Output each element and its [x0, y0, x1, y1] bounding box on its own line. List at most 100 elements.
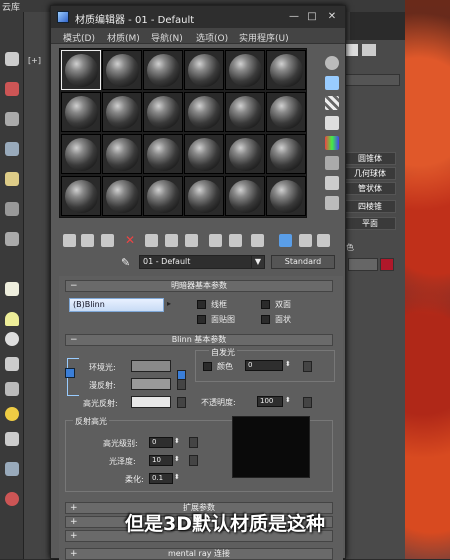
two-sided-checkbox[interactable]	[261, 300, 270, 309]
sample-slot[interactable]	[225, 134, 265, 174]
modify-icon[interactable]	[5, 82, 19, 96]
box-icon[interactable]	[5, 282, 19, 296]
material-name-field[interactable]: 01 - Default	[139, 255, 259, 269]
opacity-spinner[interactable]: 100	[257, 396, 283, 407]
create-tab-icon[interactable]	[344, 44, 358, 56]
specular-map-button[interactable]	[177, 397, 186, 408]
cylinder-icon[interactable]	[5, 357, 19, 371]
torus-icon[interactable]	[5, 432, 19, 446]
sample-slot[interactable]	[266, 50, 306, 90]
sample-slot[interactable]	[61, 134, 101, 174]
maximize-button[interactable]: □	[305, 11, 319, 23]
make-preview-icon[interactable]	[325, 156, 339, 170]
sample-type-icon[interactable]	[325, 56, 339, 70]
category-dropdown[interactable]	[344, 74, 400, 86]
tube-button[interactable]: 管状体	[344, 182, 396, 195]
modify-tab-icon[interactable]	[362, 44, 376, 56]
create-icon[interactable]	[5, 52, 19, 66]
faceted-checkbox[interactable]	[261, 315, 270, 324]
sample-slot[interactable]	[184, 92, 224, 132]
uv-tiling-icon[interactable]	[325, 116, 339, 130]
sample-slot[interactable]	[143, 134, 183, 174]
sample-slot[interactable]	[225, 92, 265, 132]
glossiness-map-button[interactable]	[189, 455, 198, 466]
menu-utilities[interactable]: 实用程序(U)	[239, 31, 289, 44]
options-icon[interactable]	[325, 176, 339, 190]
lock-ambient-diffuse-button[interactable]	[65, 368, 75, 378]
pyramid-button[interactable]: 四棱锥	[344, 200, 396, 213]
helper-icon[interactable]	[5, 232, 19, 246]
sample-slot[interactable]	[61, 50, 101, 90]
sample-slot[interactable]	[184, 50, 224, 90]
self-illum-color-checkbox[interactable]	[203, 362, 212, 371]
show-end-result-icon[interactable]	[251, 234, 264, 247]
light-icon[interactable]	[5, 172, 19, 186]
glossiness-spinner[interactable]: 10	[149, 455, 173, 466]
minimize-button[interactable]: —	[287, 11, 301, 23]
eyedropper-icon[interactable]: ✎	[121, 257, 133, 269]
chevron-down-icon[interactable]: ▼	[251, 255, 265, 269]
specular-level-spinner[interactable]: 0	[149, 437, 173, 448]
sample-slot[interactable]	[102, 176, 142, 216]
copy-material-icon[interactable]	[145, 234, 158, 247]
specular-level-map-button[interactable]	[189, 437, 198, 448]
dialog-title-bar[interactable]: 材质编辑器 - 01 - Default — □ ✕	[51, 6, 345, 28]
sample-slot[interactable]	[143, 92, 183, 132]
geosphere-button[interactable]: 几何球体	[344, 167, 396, 180]
plane-button[interactable]: 平面	[344, 217, 396, 230]
face-map-checkbox[interactable]	[197, 315, 206, 324]
sample-slot[interactable]	[61, 176, 101, 216]
close-button[interactable]: ✕	[325, 11, 339, 23]
viewport-label[interactable]: [+]	[28, 56, 41, 65]
get-material-icon[interactable]	[63, 234, 76, 247]
material-type-button[interactable]: Standard	[271, 255, 335, 269]
put-to-library-icon[interactable]	[185, 234, 198, 247]
dots-icon[interactable]	[5, 492, 19, 506]
hemisphere-icon[interactable]	[5, 312, 19, 326]
diffuse-map-button[interactable]	[177, 379, 186, 390]
shader-type-dropdown[interactable]: (B)Blinn	[69, 298, 164, 312]
list-icon[interactable]	[5, 142, 19, 156]
go-forward-sibling-icon[interactable]	[299, 234, 312, 247]
menu-material[interactable]: 材质(M)	[107, 31, 140, 44]
menu-options[interactable]: 选项(O)	[196, 31, 228, 44]
sample-slot[interactable]	[225, 176, 265, 216]
video-color-check-icon[interactable]	[325, 136, 339, 150]
backlight-icon[interactable]	[325, 76, 339, 90]
grid-icon[interactable]	[5, 112, 19, 126]
assign-material-icon[interactable]	[101, 234, 114, 247]
sample-slot[interactable]	[102, 134, 142, 174]
diffuse-color-swatch[interactable]	[131, 378, 171, 390]
self-illum-spinner[interactable]: 0	[245, 360, 283, 371]
sample-slot[interactable]	[143, 176, 183, 216]
sample-slot[interactable]	[184, 176, 224, 216]
opacity-map-button[interactable]	[303, 397, 312, 408]
sun-icon[interactable]	[5, 407, 19, 421]
particles-icon[interactable]	[5, 462, 19, 476]
material-navigator-icon[interactable]	[317, 234, 330, 247]
glossiness-arrows[interactable]: ⬍	[174, 455, 180, 463]
sample-slot[interactable]	[102, 92, 142, 132]
mental-ray-rollout-header[interactable]: + mental ray 连接	[65, 548, 333, 560]
sample-slot[interactable]	[61, 92, 101, 132]
menu-mode[interactable]: 模式(D)	[63, 31, 95, 44]
wire-checkbox[interactable]	[197, 300, 206, 309]
sample-slot[interactable]	[266, 176, 306, 216]
shader-basic-rollout-header[interactable]: − 明暗器基本参数	[65, 280, 333, 292]
material-id-icon[interactable]	[209, 234, 222, 247]
reset-map-icon[interactable]: ✕	[125, 234, 138, 247]
put-material-icon[interactable]	[81, 234, 94, 247]
cone-button[interactable]: 圆锥体	[344, 152, 396, 165]
select-by-material-icon[interactable]	[325, 196, 339, 210]
specular-color-swatch[interactable]	[131, 396, 171, 408]
make-unique-icon[interactable]	[165, 234, 178, 247]
menu-navigation[interactable]: 导航(N)	[151, 31, 183, 44]
sphere-icon[interactable]	[5, 332, 19, 346]
camera-icon[interactable]	[5, 202, 19, 216]
object-name-field[interactable]	[348, 258, 378, 271]
soften-spinner[interactable]: 0.1	[149, 473, 173, 484]
show-map-icon[interactable]	[229, 234, 242, 247]
go-to-parent-icon[interactable]	[279, 234, 292, 247]
sample-slot[interactable]	[266, 92, 306, 132]
specular-level-arrows[interactable]: ⬍	[174, 437, 180, 445]
